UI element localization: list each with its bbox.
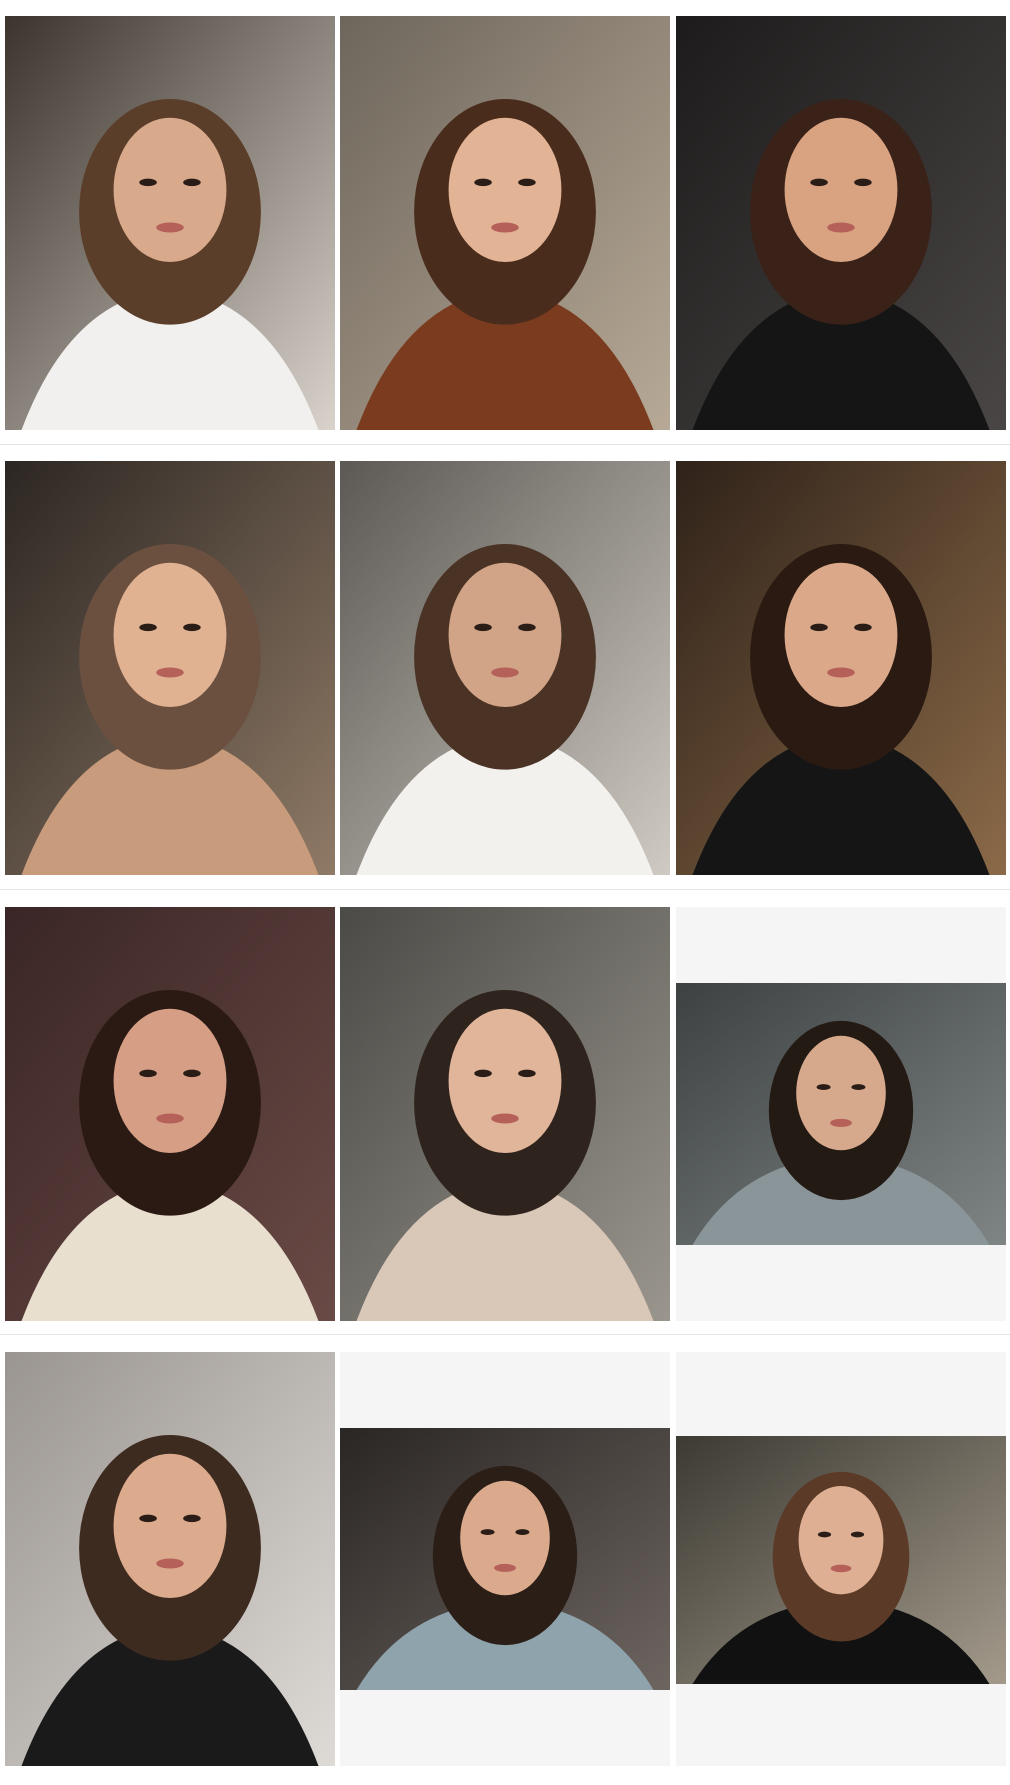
face-shape <box>784 117 898 262</box>
face-shape <box>448 117 562 262</box>
face-shape <box>448 1008 562 1153</box>
grid-tile[interactable] <box>676 461 1006 875</box>
photo <box>340 461 670 875</box>
lips-shape <box>156 1558 184 1569</box>
photo <box>5 1352 335 1766</box>
eye-shape <box>854 178 872 187</box>
photo <box>676 16 1006 430</box>
grid-tile[interactable] <box>5 461 335 875</box>
eye-shape <box>816 1084 831 1091</box>
face-shape <box>113 1453 227 1598</box>
eye-shape <box>850 1531 865 1538</box>
lips-shape <box>830 1118 852 1127</box>
lips-shape <box>491 1113 519 1124</box>
photo <box>676 983 1006 1245</box>
eye-shape <box>183 623 201 632</box>
lips-shape <box>830 1564 852 1573</box>
eye-shape <box>474 1069 492 1078</box>
row-divider <box>0 444 1010 445</box>
face-shape <box>113 1008 227 1153</box>
woman-satin-shirt-hoops-photo <box>5 1352 335 1766</box>
woman-lying-down-selfie-photo <box>676 983 1006 1245</box>
eye-shape <box>474 623 492 632</box>
face-shape <box>798 1485 884 1595</box>
eye-shape <box>817 1531 832 1538</box>
photo <box>340 16 670 430</box>
photo <box>676 1436 1006 1684</box>
grid-tile[interactable] <box>340 461 670 875</box>
row-divider <box>0 889 1010 890</box>
woman-drink-wine-wall-photo <box>676 461 1006 875</box>
face-shape <box>460 1480 550 1596</box>
lips-shape <box>491 667 519 678</box>
eye-shape <box>183 1069 201 1078</box>
eye-shape <box>810 178 828 187</box>
lips-shape <box>491 222 519 233</box>
lips-shape <box>494 1563 516 1572</box>
face-shape <box>796 1035 886 1151</box>
eye-shape <box>518 1069 536 1078</box>
face-shape <box>113 117 227 262</box>
eye-shape <box>139 623 157 632</box>
photo-grid <box>0 0 1010 1785</box>
grid-tile[interactable] <box>5 1352 335 1766</box>
grid-tile[interactable] <box>5 907 335 1321</box>
woman-looking-up-sunlight-photo <box>340 16 670 430</box>
eye-shape <box>139 1514 157 1523</box>
eye-shape <box>851 1084 866 1091</box>
grid-tile[interactable] <box>676 1352 1006 1766</box>
grid-tile[interactable] <box>340 1352 670 1766</box>
woman-long-dark-hair-tilted-photo <box>340 907 670 1321</box>
face-shape <box>784 562 898 707</box>
eye-shape <box>518 178 536 187</box>
eye-shape <box>518 623 536 632</box>
eye-shape <box>183 178 201 187</box>
eye-shape <box>474 178 492 187</box>
grid-tile[interactable] <box>340 907 670 1321</box>
photo <box>5 907 335 1321</box>
eye-shape <box>854 623 872 632</box>
face-shape <box>113 562 227 707</box>
lips-shape <box>156 667 184 678</box>
photo <box>340 907 670 1321</box>
woman-hand-under-chin-photo <box>676 1436 1006 1684</box>
eye-shape <box>480 1529 495 1536</box>
grid-tile[interactable] <box>676 907 1006 1321</box>
woman-white-blazer-selfie-photo <box>5 16 335 430</box>
photo <box>5 16 335 430</box>
eye-shape <box>139 1069 157 1078</box>
lips-shape <box>156 1113 184 1124</box>
lips-shape <box>827 667 855 678</box>
row-divider <box>0 1334 1010 1335</box>
woman-tank-top-shadow-photo <box>340 1428 670 1690</box>
grid-tile[interactable] <box>5 16 335 430</box>
grid-tile[interactable] <box>340 16 670 430</box>
woman-hand-on-cheek-photo <box>5 461 335 875</box>
eye-shape <box>183 1514 201 1523</box>
lips-shape <box>156 222 184 233</box>
eye-shape <box>139 178 157 187</box>
couple-selfie-bar-photo <box>676 16 1006 430</box>
eye-shape <box>810 623 828 632</box>
eye-shape <box>515 1529 530 1536</box>
woman-sunglasses-white-blazer-photo <box>340 461 670 875</box>
grid-tile[interactable] <box>676 16 1006 430</box>
lips-shape <box>827 222 855 233</box>
photo <box>340 1428 670 1690</box>
photo <box>676 461 1006 875</box>
photo <box>5 461 335 875</box>
couple-selfie-sweater-photo <box>5 907 335 1321</box>
face-shape <box>448 562 562 707</box>
